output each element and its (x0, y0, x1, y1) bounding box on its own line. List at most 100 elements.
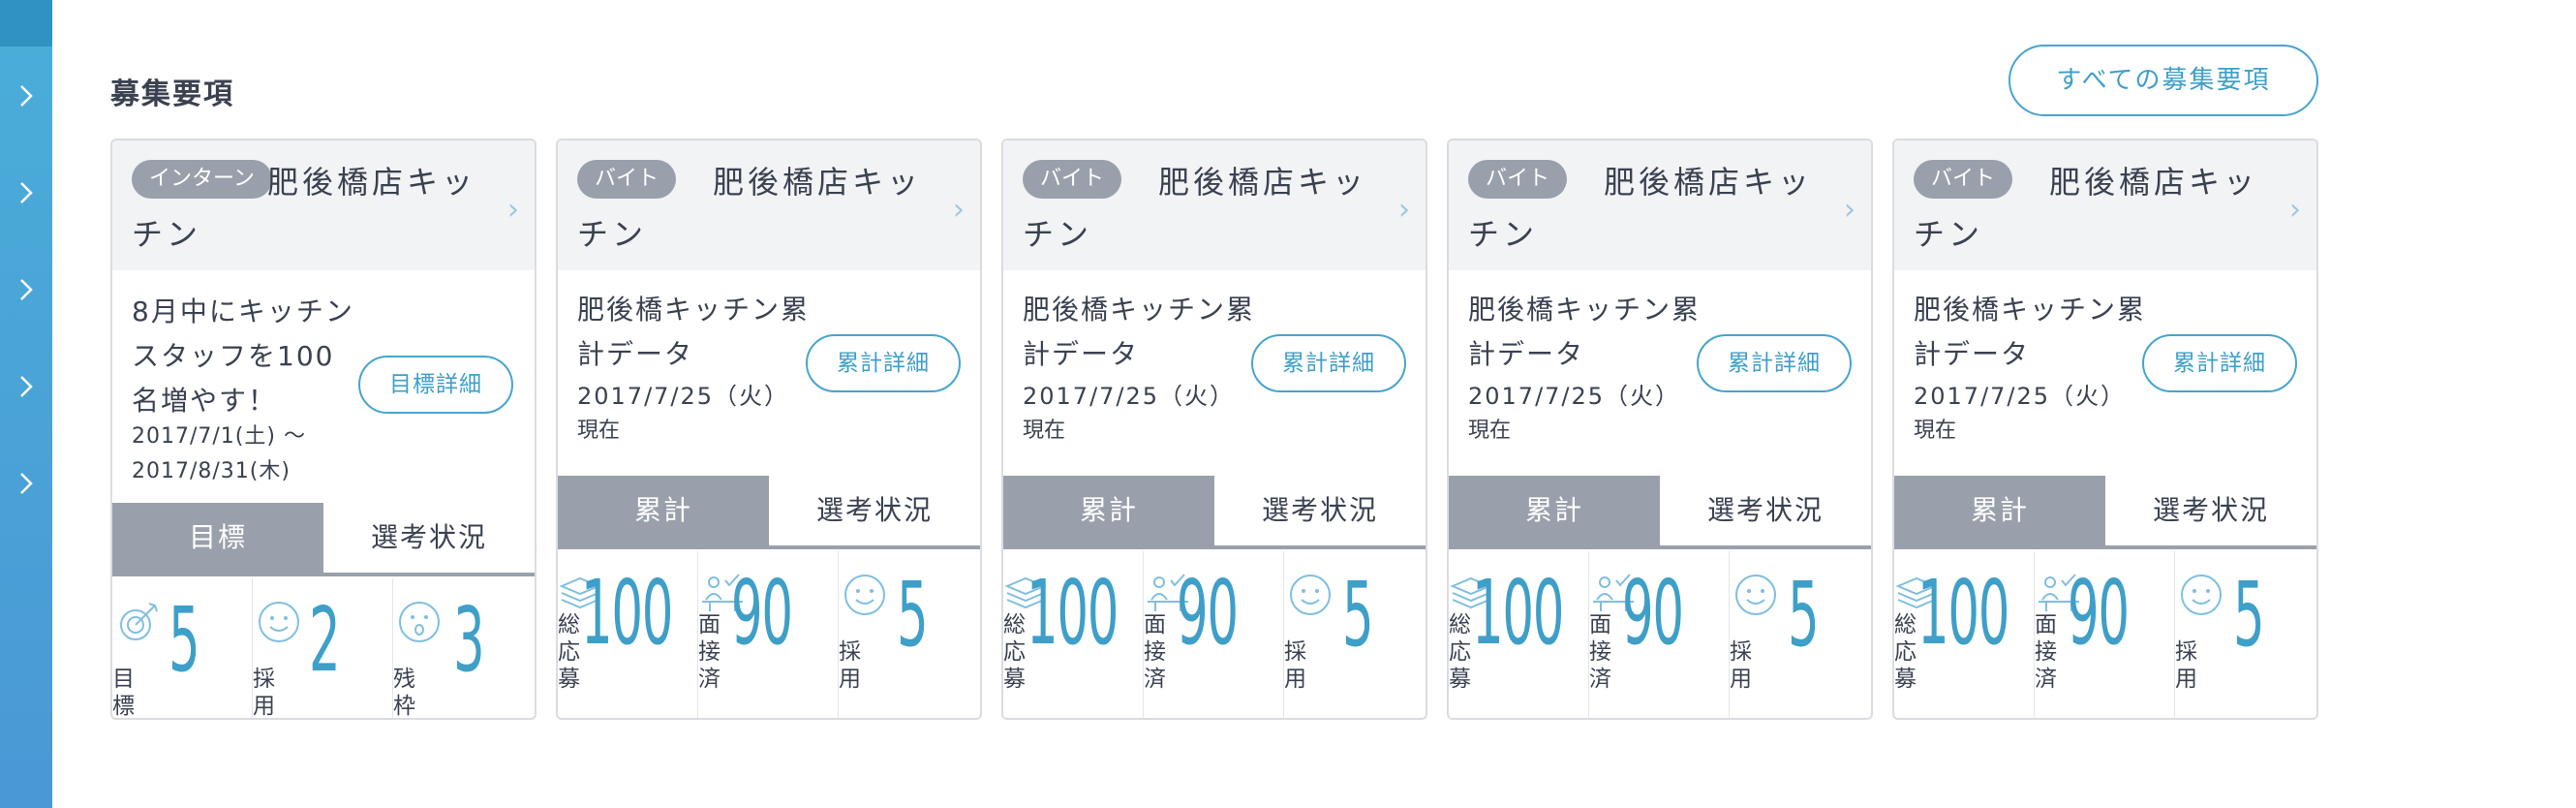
stat-value: 2 (309, 588, 341, 692)
stat-interviewed: 面接済 90 (698, 551, 839, 718)
card-title: 肥後橋店キッチン (132, 164, 477, 253)
card-header[interactable]: インターン 肥後橋店キッチン › (112, 140, 535, 270)
stat-value: 5 (897, 563, 929, 667)
stat-total-applications: 総応募 100 (558, 551, 698, 718)
card-now-label: 現在 (577, 419, 621, 443)
stat-value: 90 (1177, 561, 1239, 665)
tab-cumulative[interactable]: 累計 (1449, 476, 1660, 545)
tab-cumulative[interactable]: 累計 (558, 476, 769, 545)
stat-label: 目標 (112, 667, 135, 719)
goal-detail-button[interactable]: 目標詳細 (358, 356, 513, 414)
cumulative-detail-button[interactable]: 累計詳細 (1697, 334, 1852, 392)
card-header[interactable]: バイト 肥後橋店キッチン › (1449, 140, 1871, 270)
card-title: 肥後橋店キッチン (1914, 164, 2259, 253)
tab-selection-status[interactable]: 選考状況 (1214, 476, 1426, 545)
cumulative-detail-button[interactable]: 累計詳細 (2142, 334, 2297, 392)
tab-selection-status[interactable]: 選考状況 (323, 503, 535, 573)
stat-label: 採用 (1284, 639, 1306, 692)
sidebar-top-block (0, 0, 52, 47)
chevron-right-icon: › (953, 193, 965, 227)
stat-value: 3 (453, 588, 485, 692)
stat-label: 面接済 (2035, 612, 2057, 692)
target-icon (120, 603, 158, 640)
card-date: 2017/7/25（火） (1023, 383, 1236, 410)
stat-value: 5 (169, 588, 200, 692)
recruitment-card: バイト 肥後橋店キッチン › 肥後橋キッチン累計データ 2017/7/25（火）… (1892, 139, 2318, 720)
smile-icon (259, 602, 299, 642)
stat-value: 100 (1027, 561, 1119, 665)
card-title: 肥後橋店キッチン (1023, 164, 1368, 253)
card-date: 2017/7/25（火） (1914, 383, 2127, 410)
tab-selection-status[interactable]: 選考状況 (1660, 476, 1871, 545)
stat-label: 面接済 (1144, 612, 1166, 692)
stat-interviewed: 面接済 90 (2035, 551, 2175, 718)
recruitment-card: バイト 肥後橋店キッチン › 肥後橋キッチン累計データ 2017/7/25（火）… (1001, 139, 1427, 720)
chevron-right-icon[interactable] (14, 471, 39, 498)
tab-cumulative[interactable]: 累計 (1894, 476, 2105, 545)
card-tabs: 累計 選考状況 (558, 476, 980, 549)
tab-selection-status[interactable]: 選考状況 (769, 476, 980, 545)
stat-label: 面接済 (1589, 612, 1611, 692)
card-header[interactable]: バイト 肥後橋店キッチン › (1003, 140, 1426, 270)
stat-label: 採用 (839, 639, 861, 692)
chevron-right-icon: › (1844, 193, 1855, 227)
card-tabs: 累計 選考状況 (1003, 476, 1426, 549)
chevron-right-icon: › (2289, 193, 2301, 227)
card-tabs: 累計 選考状況 (1449, 476, 1871, 549)
stat-label: 採用 (1730, 639, 1752, 692)
stat-hired: 採用 5 (1284, 551, 1425, 718)
stat-value: 90 (731, 561, 793, 665)
stat-label: 採用 (2175, 639, 2197, 692)
chevron-right-icon[interactable] (14, 277, 39, 304)
card-tabs: 目標 選考状況 (112, 503, 535, 576)
stat-total-applications: 総応募 100 (1003, 551, 1144, 718)
card-now-label: 現在 (1023, 419, 1066, 443)
card-title: 肥後橋店キッチン (577, 164, 923, 253)
tab-goal[interactable]: 目標 (112, 503, 323, 573)
chevron-right-icon[interactable] (14, 83, 39, 110)
stat-hired: 採用 5 (2175, 551, 2315, 718)
stat-hired: 採用 2 (253, 578, 393, 718)
smile-icon (1290, 575, 1331, 615)
chevron-right-icon[interactable] (14, 180, 39, 207)
chevron-right-icon[interactable] (14, 374, 39, 401)
card-subtitle: 肥後橋キッチン累計データ (1914, 294, 2147, 370)
cumulative-detail-button[interactable]: 累計詳細 (1251, 334, 1406, 392)
stats-row: 総応募 100 面接済 90 採用 5 (1449, 551, 1871, 718)
recruitment-card: バイト 肥後橋店キッチン › 肥後橋キッチン累計データ 2017/7/25（火）… (1447, 139, 1873, 720)
surprised-icon (399, 602, 440, 642)
chevron-right-icon: › (1398, 193, 1410, 227)
all-recruitments-button[interactable]: すべての募集要項 (2009, 45, 2318, 116)
stat-value: 90 (2068, 561, 2130, 665)
card-header[interactable]: バイト 肥後橋店キッチン › (1894, 140, 2316, 270)
stat-interviewed: 面接済 90 (1589, 551, 1730, 718)
chevron-right-icon: › (507, 193, 519, 227)
stat-label: 面接済 (698, 612, 721, 692)
stat-value: 90 (1622, 561, 1684, 665)
stats-row: 総応募 100 面接済 90 採用 5 (1894, 551, 2316, 718)
stat-hired: 採用 5 (1730, 551, 1870, 718)
stat-label: 採用 (253, 667, 275, 719)
tab-cumulative[interactable]: 累計 (1003, 476, 1214, 545)
stat-value: 100 (1472, 561, 1564, 665)
stats-row: 総応募 100 面接済 90 採用 5 (558, 551, 980, 718)
card-now-label: 現在 (1468, 419, 1512, 443)
card-now-label: 現在 (1914, 419, 1957, 443)
card-header[interactable]: バイト 肥後橋店キッチン › (558, 140, 980, 270)
goal-date-range: 2017/7/1(土) 〜 2017/8/31(木) (132, 424, 306, 483)
tab-selection-status[interactable]: 選考状況 (2105, 476, 2316, 545)
cumulative-detail-button[interactable]: 累計詳細 (806, 334, 961, 392)
stat-interviewed: 面接済 90 (1144, 551, 1284, 718)
smile-icon (2181, 575, 2222, 615)
section-title: 募集要項 (110, 78, 234, 111)
card-date: 2017/7/25（火） (1468, 383, 1681, 410)
stat-value: 5 (1788, 563, 1820, 667)
smile-icon (844, 575, 885, 615)
stat-remaining: 残枠 3 (393, 578, 534, 719)
stats-row: 総応募 100 面接済 90 採用 5 (1003, 551, 1426, 718)
recruitment-card-goal: インターン 肥後橋店キッチン › 8月中にキッチンスタッフを100名増やす！ 2… (110, 139, 537, 720)
card-date: 2017/7/25（火） (577, 383, 790, 410)
stat-value: 5 (1342, 563, 1374, 667)
stat-total-applications: 総応募 100 (1894, 551, 2035, 718)
stats-row: 目標 5 採用 2 残枠 3 (112, 578, 535, 718)
